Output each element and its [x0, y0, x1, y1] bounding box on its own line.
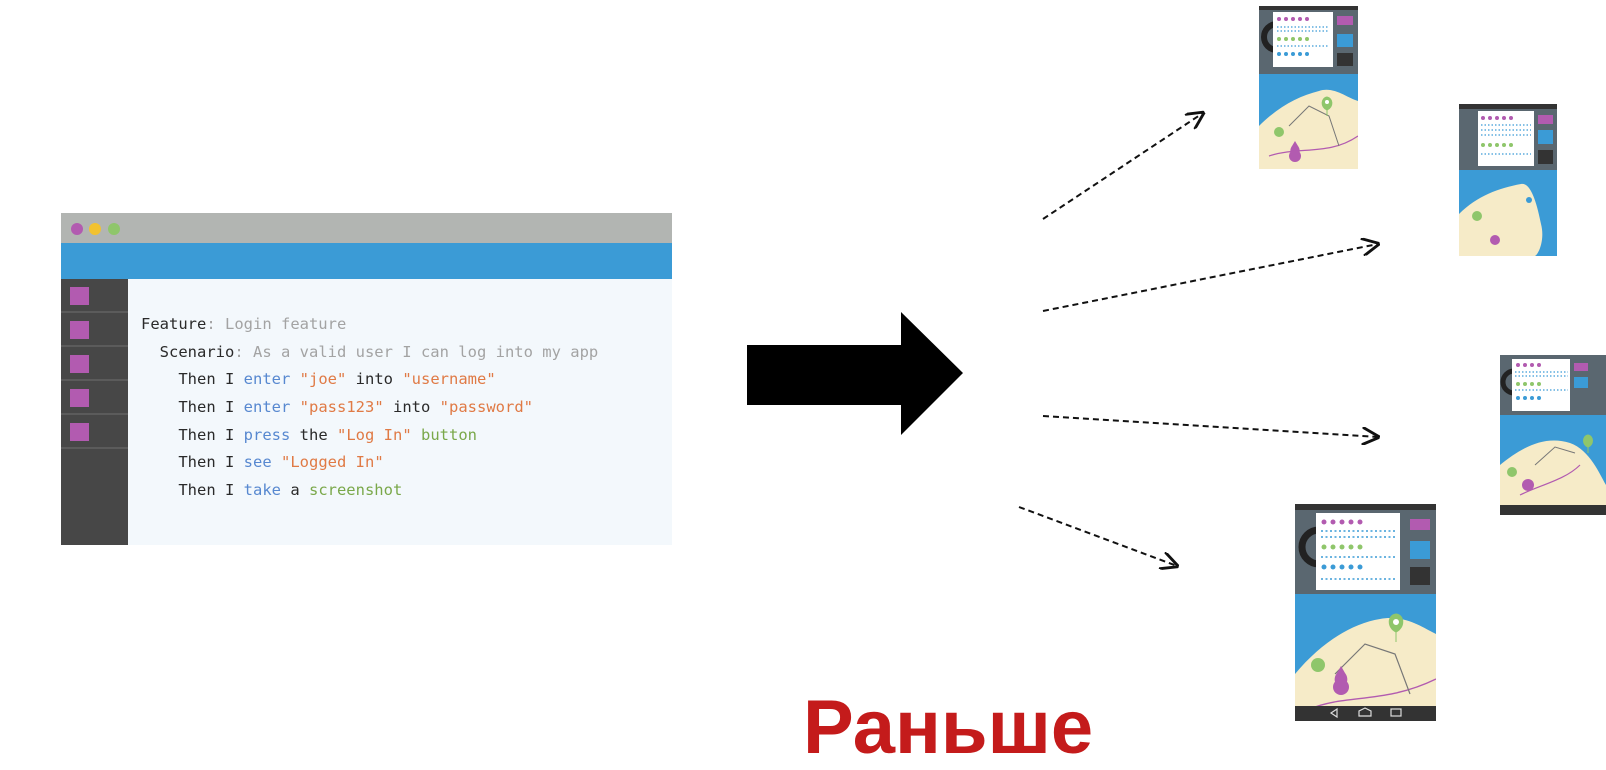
dashed-arrow-4: [1018, 506, 1177, 566]
device-phone-right-middle: [1500, 355, 1606, 515]
dashed-arrow-1: [1042, 113, 1203, 220]
device-phone-top: [1259, 6, 1358, 169]
caption-text: Раньше: [803, 685, 1094, 770]
device-phone-bottom: [1295, 504, 1436, 721]
big-right-arrow-icon: [747, 312, 963, 435]
dashed-arrow-2: [1042, 244, 1378, 312]
device-tablet-right-top: [1459, 104, 1557, 256]
dashed-arrow-3: [1042, 415, 1378, 437]
